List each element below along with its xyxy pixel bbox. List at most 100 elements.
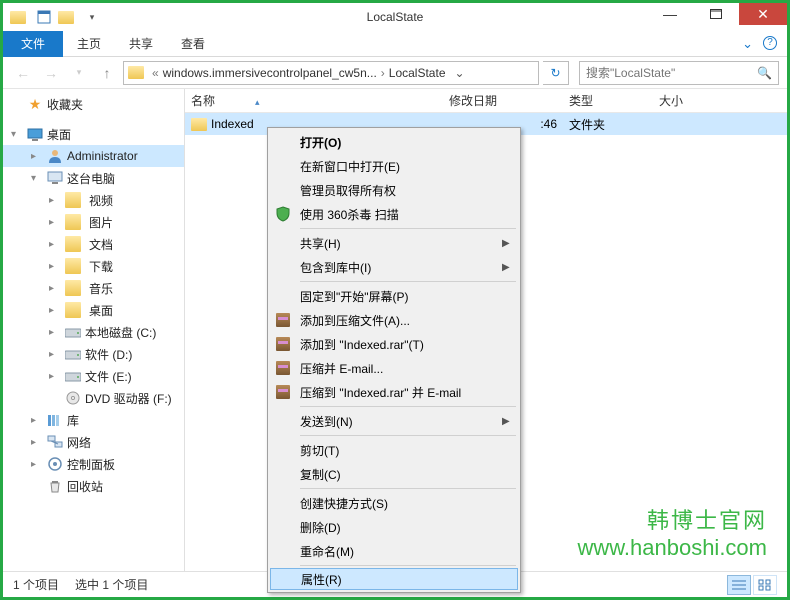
folder-icon	[65, 214, 81, 230]
sidebar-drive-c[interactable]: ▸本地磁盘 (C:)	[3, 321, 184, 343]
menu-cut[interactable]: 剪切(T)	[270, 438, 518, 462]
col-date[interactable]: 修改日期	[443, 92, 563, 109]
tab-home[interactable]: 主页	[63, 32, 115, 56]
nav-recent-icon[interactable]: ▾	[67, 61, 91, 85]
help-icon[interactable]: ?	[763, 36, 777, 50]
sidebar-documents[interactable]: ▸文档	[3, 233, 184, 255]
menu-add-indexed-rar[interactable]: 添加到 "Indexed.rar"(T)	[270, 332, 518, 356]
search-icon[interactable]: 🔍	[757, 66, 772, 80]
status-count: 1 个项目	[13, 576, 59, 593]
menu-copy[interactable]: 复制(C)	[270, 462, 518, 486]
tab-share[interactable]: 共享	[115, 32, 167, 56]
drive-icon	[65, 368, 81, 384]
menu-open-new-window[interactable]: 在新窗口中打开(E)	[270, 154, 518, 178]
ribbon-expand-icon[interactable]: ⌄	[742, 36, 753, 52]
menu-share[interactable]: 共享(H)▶	[270, 231, 518, 255]
sidebar-drive-d[interactable]: ▸软件 (D:)	[3, 343, 184, 365]
sidebar: ★收藏夹 ▾桌面 ▸Administrator ▾这台电脑 ▸视频 ▸图片 ▸文…	[3, 89, 185, 571]
sidebar-downloads[interactable]: ▸下载	[3, 255, 184, 277]
menu-admin-ownership[interactable]: 管理员取得所有权	[270, 178, 518, 202]
folder-icon	[191, 118, 207, 131]
search-input[interactable]	[586, 66, 757, 80]
menu-zip-email[interactable]: 压缩并 E-mail...	[270, 356, 518, 380]
menu-properties[interactable]: 属性(R)	[270, 568, 518, 590]
sidebar-thispc[interactable]: ▾这台电脑	[3, 167, 184, 189]
folder-icon	[65, 192, 81, 208]
sidebar-favorites[interactable]: ★收藏夹	[3, 93, 184, 115]
refresh-button[interactable]: ↻	[543, 61, 569, 85]
sidebar-libraries[interactable]: ▸库	[3, 409, 184, 431]
shield-icon	[270, 206, 296, 222]
menu-pin-start[interactable]: 固定到"开始"屏幕(P)	[270, 284, 518, 308]
menu-open[interactable]: 打开(O)	[270, 130, 518, 154]
address-bar[interactable]: « windows.immersivecontrolpanel_cw5n... …	[123, 61, 539, 85]
desktop-icon	[27, 126, 43, 142]
search-box[interactable]: 🔍	[579, 61, 779, 85]
sidebar-administrator[interactable]: ▸Administrator	[3, 145, 184, 167]
col-name[interactable]: 名称▴	[185, 92, 443, 109]
menu-send-to[interactable]: 发送到(N)▶	[270, 409, 518, 433]
sidebar-drive-e[interactable]: ▸文件 (E:)	[3, 365, 184, 387]
menu-rename[interactable]: 重命名(M)	[270, 539, 518, 563]
breadcrumb-seg1[interactable]: windows.immersivecontrolpanel_cw5n...	[163, 66, 377, 80]
nav-back-button[interactable]: ←	[11, 61, 35, 85]
sidebar-controlpanel[interactable]: ▸控制面板	[3, 453, 184, 475]
dvd-icon	[65, 390, 81, 406]
menu-shortcut[interactable]: 创建快捷方式(S)	[270, 491, 518, 515]
sidebar-dvd[interactable]: DVD 驱动器 (F:)	[3, 387, 184, 409]
menu-delete[interactable]: 删除(D)	[270, 515, 518, 539]
breadcrumb-seg2[interactable]: LocalState	[389, 66, 446, 80]
column-headers: 名称▴ 修改日期 类型 大小	[185, 89, 787, 113]
address-dropdown-icon[interactable]: ⌄	[450, 66, 470, 80]
drive-icon	[65, 324, 81, 340]
sidebar-desktop-root[interactable]: ▾桌面	[3, 123, 184, 145]
folder-icon	[65, 280, 81, 296]
status-selected: 选中 1 个项目	[75, 576, 148, 593]
menu-add-rar[interactable]: 添加到压缩文件(A)...	[270, 308, 518, 332]
nav-forward-button[interactable]: →	[39, 61, 63, 85]
col-size[interactable]: 大小	[653, 92, 733, 109]
menu-separator	[300, 406, 516, 407]
minimize-button[interactable]: —	[647, 3, 693, 25]
rar-icon	[270, 313, 296, 327]
drive-icon	[65, 346, 81, 362]
rar-icon	[270, 385, 296, 399]
controlpanel-icon	[47, 456, 63, 472]
menu-360-scan[interactable]: 使用 360杀毒 扫描	[270, 202, 518, 226]
qat-properties-icon[interactable]	[33, 7, 55, 27]
sidebar-videos[interactable]: ▸视频	[3, 189, 184, 211]
menu-separator	[300, 281, 516, 282]
titlebar: ▾ LocalState — ✕	[3, 3, 787, 31]
context-menu: 打开(O) 在新窗口中打开(E) 管理员取得所有权 使用 360杀毒 扫描 共享…	[267, 127, 521, 593]
window-title: LocalState	[367, 10, 424, 24]
network-icon	[47, 434, 63, 450]
close-button[interactable]: ✕	[739, 3, 787, 25]
qat-dropdown-icon[interactable]: ▾	[81, 7, 103, 27]
sidebar-network[interactable]: ▸网络	[3, 431, 184, 453]
view-icons-button[interactable]	[753, 575, 777, 595]
view-details-button[interactable]	[727, 575, 751, 595]
col-type[interactable]: 类型	[563, 92, 653, 109]
menu-zip-email-to[interactable]: 压缩到 "Indexed.rar" 并 E-mail	[270, 380, 518, 404]
sort-indicator-icon: ▴	[255, 97, 260, 107]
menu-separator	[300, 435, 516, 436]
qat-folder-icon[interactable]	[9, 7, 31, 27]
navbar: ← → ▾ ↑ « windows.immersivecontrolpanel_…	[3, 57, 787, 89]
maximize-button[interactable]	[693, 3, 739, 25]
nav-up-button[interactable]: ↑	[95, 61, 119, 85]
recycle-icon	[47, 478, 63, 494]
tab-file[interactable]: 文件	[3, 31, 63, 57]
breadcrumb-sep: «	[152, 66, 159, 80]
sidebar-music[interactable]: ▸音乐	[3, 277, 184, 299]
menu-separator	[300, 228, 516, 229]
qat-newfolder-icon[interactable]	[57, 7, 79, 27]
library-icon	[47, 412, 63, 428]
menu-add-library[interactable]: 包含到库中(I)▶	[270, 255, 518, 279]
folder-icon	[65, 302, 81, 318]
ribbon-tabs: 文件 主页 共享 查看 ⌄ ?	[3, 31, 787, 57]
submenu-arrow-icon: ▶	[502, 416, 518, 427]
sidebar-recycle[interactable]: 回收站	[3, 475, 184, 497]
sidebar-pictures[interactable]: ▸图片	[3, 211, 184, 233]
tab-view[interactable]: 查看	[167, 32, 219, 56]
sidebar-desktop2[interactable]: ▸桌面	[3, 299, 184, 321]
